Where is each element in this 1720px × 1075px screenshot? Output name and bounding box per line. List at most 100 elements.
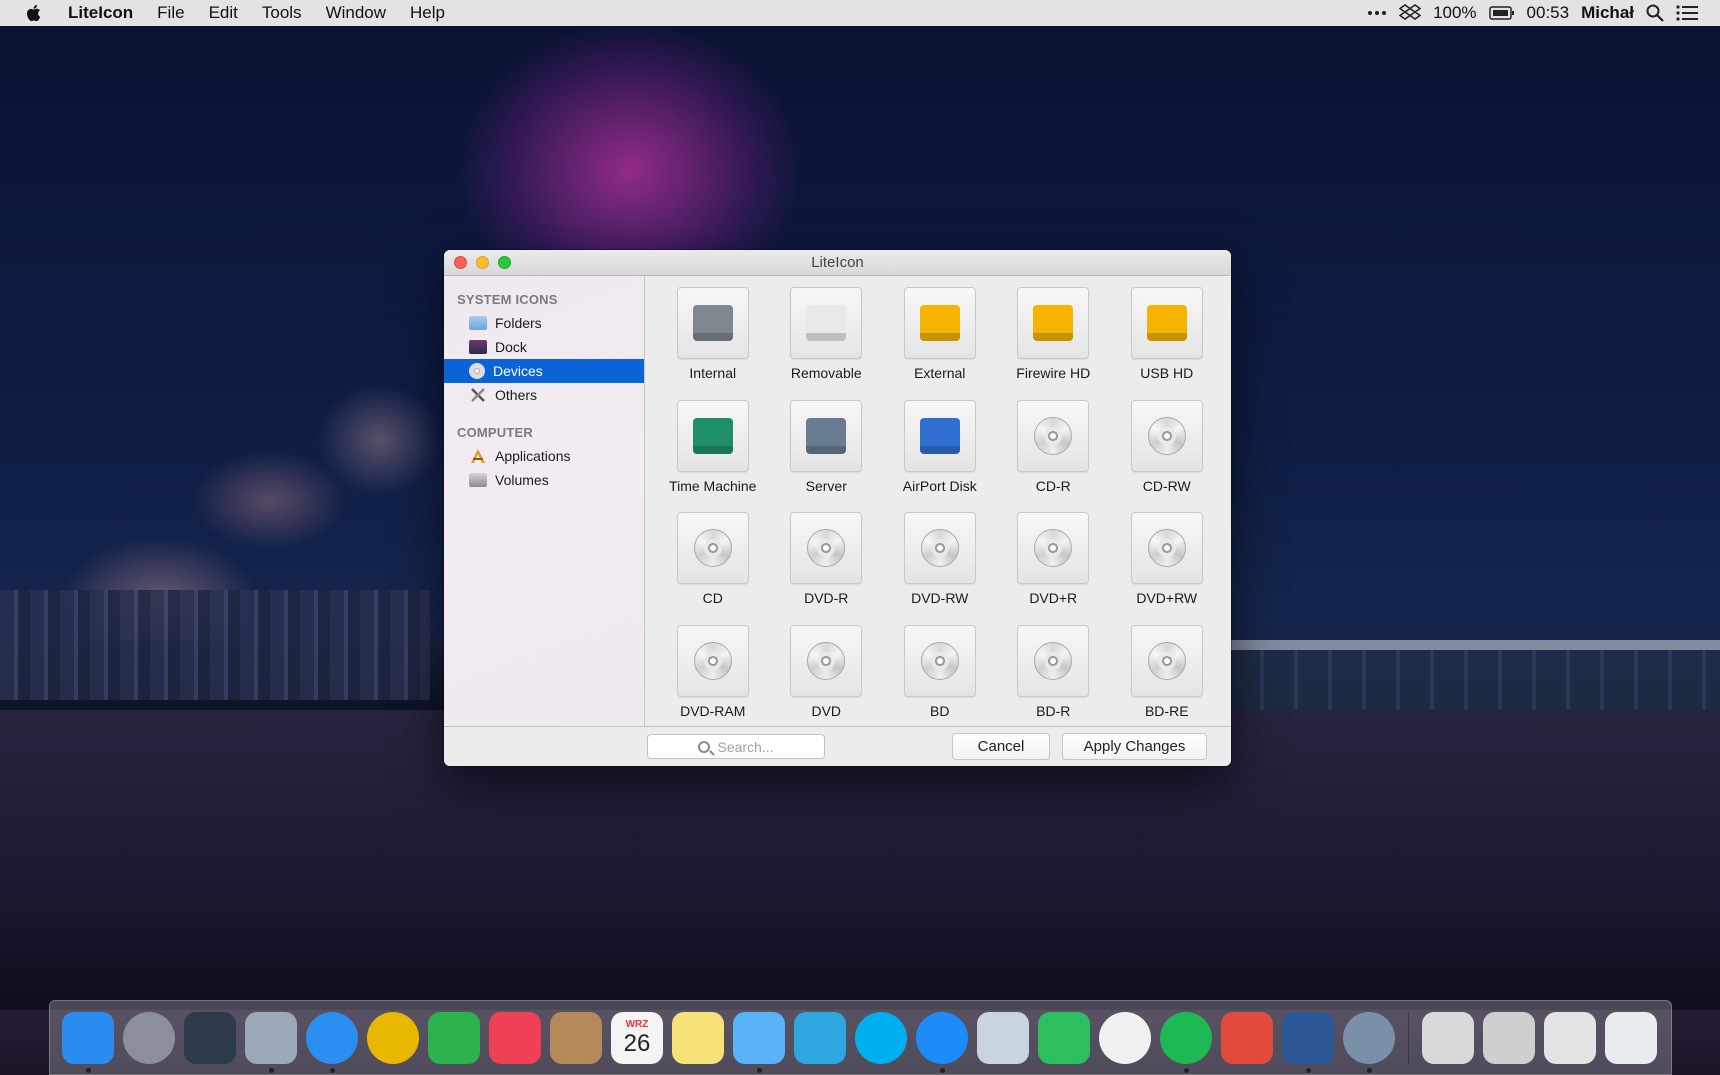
minimize-button[interactable] [476,256,489,269]
device-tile[interactable] [790,624,863,697]
device-cell[interactable]: Internal [656,287,770,400]
device-tile[interactable] [1130,512,1203,584]
finder-icon[interactable] [62,1011,114,1073]
menu-file[interactable]: File [157,3,184,23]
device-tile[interactable] [1017,512,1090,584]
more-icon[interactable] [1367,9,1387,17]
apple-icon[interactable] [25,4,43,22]
device-cell[interactable]: DVD+R [997,512,1111,625]
skype-icon[interactable] [855,1011,907,1064]
contacts-icon[interactable] [550,1011,602,1064]
device-tile[interactable] [676,399,749,472]
liteicon-icon[interactable] [1343,1011,1395,1073]
sidebar-item-devices[interactable]: Devices [444,359,644,383]
device-tile[interactable] [903,399,976,472]
downloads-stack-icon[interactable] [1422,1011,1474,1064]
photos-stack-icon[interactable] [1483,1011,1535,1064]
device-tile[interactable] [1130,399,1203,472]
spotlight-icon[interactable] [1646,4,1664,22]
optical-disc-icon [1034,641,1073,680]
menu-edit[interactable]: Edit [209,3,238,23]
device-cell[interactable]: Firewire HD [997,287,1111,400]
device-cell[interactable]: DVD [770,624,884,738]
device-tile[interactable] [676,512,749,584]
device-cell[interactable]: BD-RE [1110,624,1224,738]
spotify-icon[interactable] [1160,1011,1212,1073]
feedly-icon[interactable] [428,1011,480,1064]
device-cell[interactable]: CD [656,512,770,625]
device-tile[interactable] [903,624,976,697]
device-cell[interactable]: Server [770,399,884,513]
device-tile[interactable] [790,399,863,472]
trash-icon[interactable] [1605,1011,1657,1064]
battery-icon[interactable] [1488,6,1515,20]
sidebar-item-volumes[interactable]: Volumes [444,468,644,492]
device-tile[interactable] [1017,399,1090,472]
sidebar-item-applications[interactable]: Applications [444,444,644,468]
window-title: LiteIcon [811,254,864,271]
close-button[interactable] [454,256,467,269]
notification-center-icon[interactable] [1676,5,1698,21]
device-cell[interactable]: Removable [770,287,884,400]
running-indicator [269,1067,274,1073]
safari-icon[interactable] [306,1011,358,1073]
device-cell[interactable]: CD-RW [1110,399,1224,513]
cancel-button[interactable]: Cancel [952,733,1050,760]
launchpad-icon[interactable] [123,1011,175,1064]
device-tile[interactable] [790,512,863,584]
notes-icon[interactable] [672,1011,724,1064]
device-cell[interactable]: DVD-RAM [656,624,770,738]
window-titlebar[interactable]: LiteIcon [444,250,1231,276]
device-tile[interactable] [676,624,749,697]
device-cell[interactable]: DVD+RW [1110,512,1224,625]
device-cell[interactable]: External [883,287,997,400]
device-cell[interactable]: USB HD [1110,287,1224,400]
word-icon[interactable] [1282,1011,1334,1073]
search-icon [698,740,711,753]
menu-app-name[interactable]: LiteIcon [68,3,133,23]
search-field[interactable]: Search... [647,734,825,759]
evernote-icon[interactable] [1038,1011,1090,1064]
dropbox-icon[interactable] [1399,4,1422,22]
menu-help[interactable]: Help [410,3,445,23]
device-cell[interactable]: DVD-RW [883,512,997,625]
sidebar-item-folders[interactable]: Folders [444,311,644,335]
menu-tools[interactable]: Tools [262,3,302,23]
itunes-icon[interactable] [1099,1011,1151,1064]
messenger-icon[interactable] [916,1011,968,1073]
device-cell[interactable]: DVD-R [770,512,884,625]
messages-icon[interactable] [733,1011,785,1073]
device-tile[interactable] [1017,287,1090,359]
preview-icon[interactable] [977,1011,1029,1064]
menu-user[interactable]: Michał [1581,3,1634,23]
mission-control-icon[interactable] [184,1011,236,1064]
telegram-icon[interactable] [794,1011,846,1064]
device-tile[interactable] [676,287,749,359]
mail-icon[interactable] [245,1011,297,1073]
device-cell[interactable]: BD-R [997,624,1111,738]
device-tile[interactable] [790,287,863,359]
documents-stack-icon[interactable] [1544,1011,1596,1064]
wallpaper-buildings [0,590,430,700]
sidebar-item-others[interactable]: Others [444,383,644,407]
menu-window[interactable]: Window [326,3,386,23]
apply-changes-button[interactable]: Apply Changes [1062,733,1207,760]
menu-clock[interactable]: 00:53 [1527,3,1570,23]
device-tile[interactable] [1130,287,1203,359]
chrome-icon[interactable] [367,1011,419,1064]
device-tile[interactable] [903,287,976,359]
calendar-icon[interactable]: WRZ 26 [611,1011,663,1064]
device-tile[interactable] [1017,624,1090,697]
transmit-icon[interactable] [1221,1011,1273,1064]
sidebar-item-dock[interactable]: Dock [444,335,644,359]
device-cell[interactable]: CD-R [997,399,1111,513]
device-tile[interactable] [903,512,976,584]
device-tile[interactable] [1130,624,1203,697]
zoom-button[interactable] [498,256,511,269]
device-cell[interactable]: AirPort Disk [883,399,997,513]
device-cell[interactable]: Time Machine [656,399,770,513]
device-label: AirPort Disk [902,477,977,494]
pocket-icon[interactable] [489,1011,541,1064]
tools-icon [469,386,487,404]
device-cell[interactable]: BD [883,624,997,738]
